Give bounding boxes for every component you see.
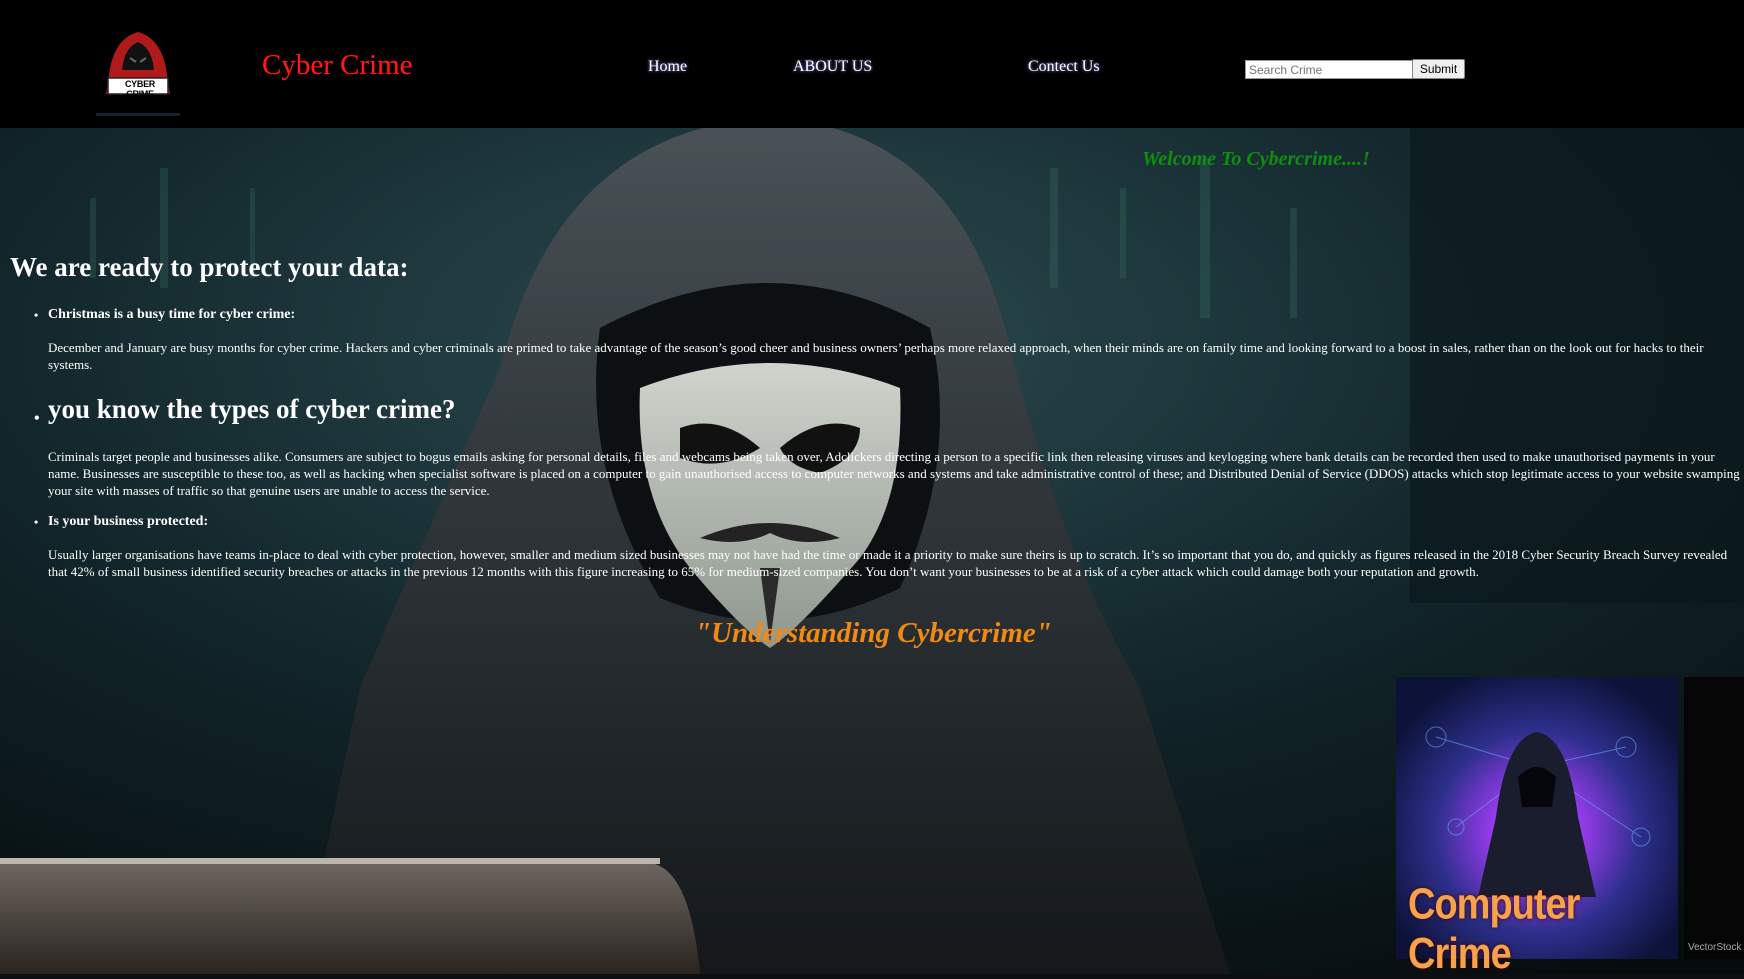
- search-input[interactable]: [1245, 60, 1417, 79]
- nav-home[interactable]: Home: [648, 58, 687, 76]
- hooded-figure-icon: [96, 32, 180, 116]
- page-heading: We are ready to protect your data:: [10, 252, 409, 282]
- bullet-icon: •: [34, 410, 40, 427]
- bullet-icon: •: [34, 308, 39, 322]
- section-text-protected: Usually larger organisations have teams …: [48, 547, 1728, 579]
- vectorstock-watermark: VectorStock: [1688, 942, 1742, 953]
- submit-button[interactable]: Submit: [1412, 59, 1465, 79]
- top-navbar: CYBER CRIME Cyber Crime Home ABOUT US Co…: [0, 0, 1744, 128]
- nav-about-us[interactable]: ABOUT US: [793, 58, 872, 76]
- logo-text: CYBER CRIME: [124, 79, 155, 99]
- section-title-protected: Is your business protected:: [48, 514, 209, 529]
- section-text-types: Criminals target people and businesses a…: [48, 449, 1740, 498]
- cyber-crime-logo[interactable]: CYBER CRIME: [96, 28, 180, 120]
- site-title: Cyber Crime: [262, 49, 413, 81]
- welcome-text: Welcome To Cybercrime....!: [1142, 148, 1370, 170]
- nav-contact-us[interactable]: Contect Us: [1028, 58, 1100, 76]
- thumbnail-caption: Computer Crime: [1408, 880, 1580, 979]
- vectorstock-image-strip: VectorStock: [1684, 677, 1744, 959]
- bullet-icon: •: [34, 515, 39, 529]
- section-title-christmas: Christmas is a busy time for cyber crime…: [48, 307, 296, 322]
- section-text-christmas: December and January are busy months for…: [48, 340, 1704, 372]
- section-title-types: you know the types of cyber crime?: [48, 394, 456, 424]
- computer-crime-thumbnail[interactable]: Computer Crime: [1396, 677, 1678, 978]
- tagline-quote: "Understanding Cybercrime": [695, 617, 1052, 649]
